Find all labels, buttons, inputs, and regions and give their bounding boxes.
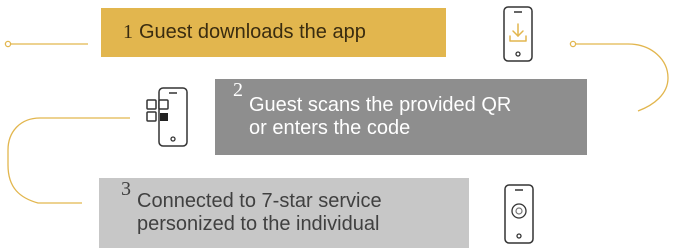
phone-concierge-icon: [504, 184, 534, 244]
step-2-text-line-1: Guest scans the provided QR: [249, 94, 512, 116]
step-1-text: Guest downloads the app: [139, 21, 366, 43]
phone-qr-code-icon: [146, 87, 188, 147]
step-3-text-line-1: Connected to 7-star service: [137, 190, 382, 212]
step-1-box: 1 Guest downloads the app: [101, 8, 446, 57]
step-2-box: 2 Guest scans the provided QR or enters …: [215, 79, 587, 155]
connector-step1-to-step2: [576, 43, 669, 112]
connector-start-dot: [4, 40, 12, 48]
step-3-box: 3 Connected to 7-star service personized…: [99, 178, 469, 248]
step-3-text-line-2: personized to the individual: [137, 213, 380, 235]
step-2-text-line-2: or enters the code: [249, 117, 411, 139]
step-1-number: 1: [123, 21, 133, 43]
phone-download-icon: [503, 6, 533, 62]
step-2-number: 2: [233, 79, 243, 101]
connector-top-right-dot: [569, 40, 577, 48]
step-3-number: 3: [121, 178, 131, 200]
